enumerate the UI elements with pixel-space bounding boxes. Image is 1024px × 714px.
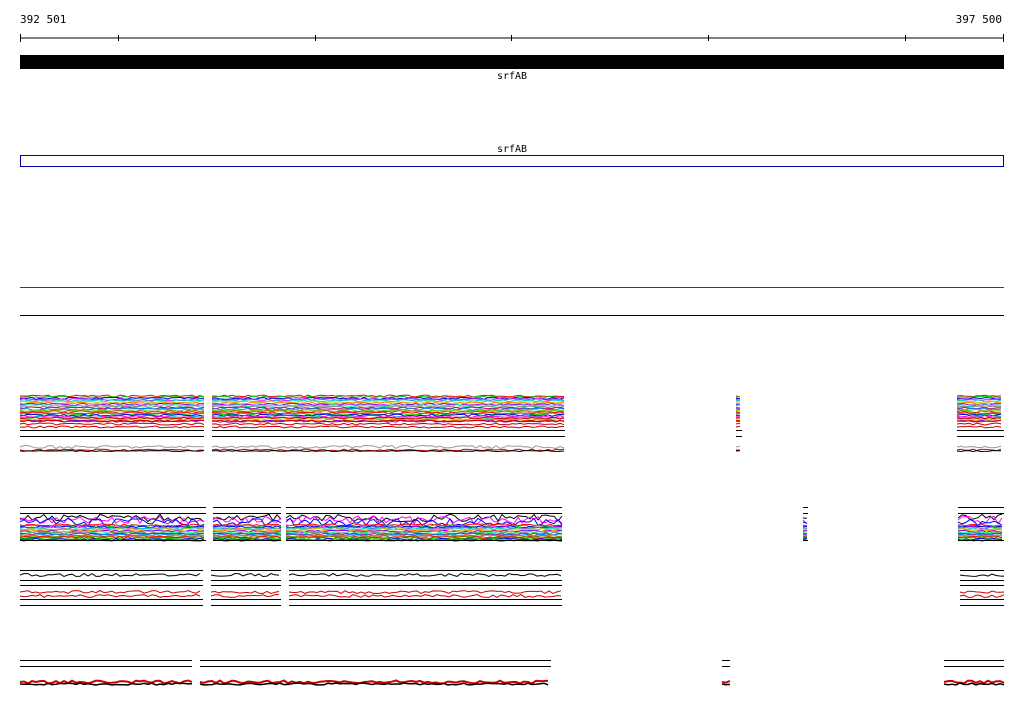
expression-trace	[956, 445, 1002, 449]
expression-trace	[19, 682, 193, 686]
expression-trace	[735, 419, 741, 422]
expression-trace	[19, 589, 201, 594]
expression-trace	[285, 515, 563, 525]
expression-trace	[210, 594, 279, 598]
expression-trace	[959, 594, 1005, 598]
expression-trace	[19, 573, 201, 578]
expression-trace	[802, 521, 808, 524]
expression-trace	[943, 682, 1005, 686]
expression-trace	[210, 572, 280, 578]
expression-trace	[735, 425, 741, 428]
expression-trace	[288, 572, 562, 578]
expression-trace	[959, 573, 1005, 577]
expression-trace	[19, 422, 205, 426]
expression-trace	[802, 524, 808, 527]
expression-trace	[19, 425, 205, 429]
expression-trace	[211, 449, 565, 453]
expression-trace	[956, 425, 1002, 429]
expression-trace	[956, 449, 1002, 453]
expression-trace	[721, 679, 731, 684]
expression-trace	[211, 425, 565, 429]
expression-trace	[19, 444, 205, 450]
expression-trace	[288, 590, 562, 595]
expression-trace	[19, 679, 193, 685]
expression-trace	[735, 399, 741, 402]
expression-trace	[956, 395, 1002, 399]
expression-trace	[211, 444, 565, 450]
expression-trace	[956, 422, 1002, 426]
expression-trace	[735, 445, 741, 448]
expression-trace	[735, 404, 741, 407]
expression-trace	[199, 682, 549, 686]
expression-trace	[943, 679, 1005, 685]
expression-trace	[735, 422, 741, 425]
expression-trace	[19, 396, 205, 400]
expression-trace	[210, 590, 280, 595]
expression-trace	[288, 593, 562, 598]
expression-trace	[735, 411, 741, 413]
expression-trace	[721, 683, 731, 686]
expression-trace	[959, 590, 1005, 594]
expression-trace	[735, 412, 741, 415]
expression-tracks	[19, 394, 1005, 686]
expression-trace	[19, 593, 201, 598]
expression-trace	[211, 422, 565, 426]
